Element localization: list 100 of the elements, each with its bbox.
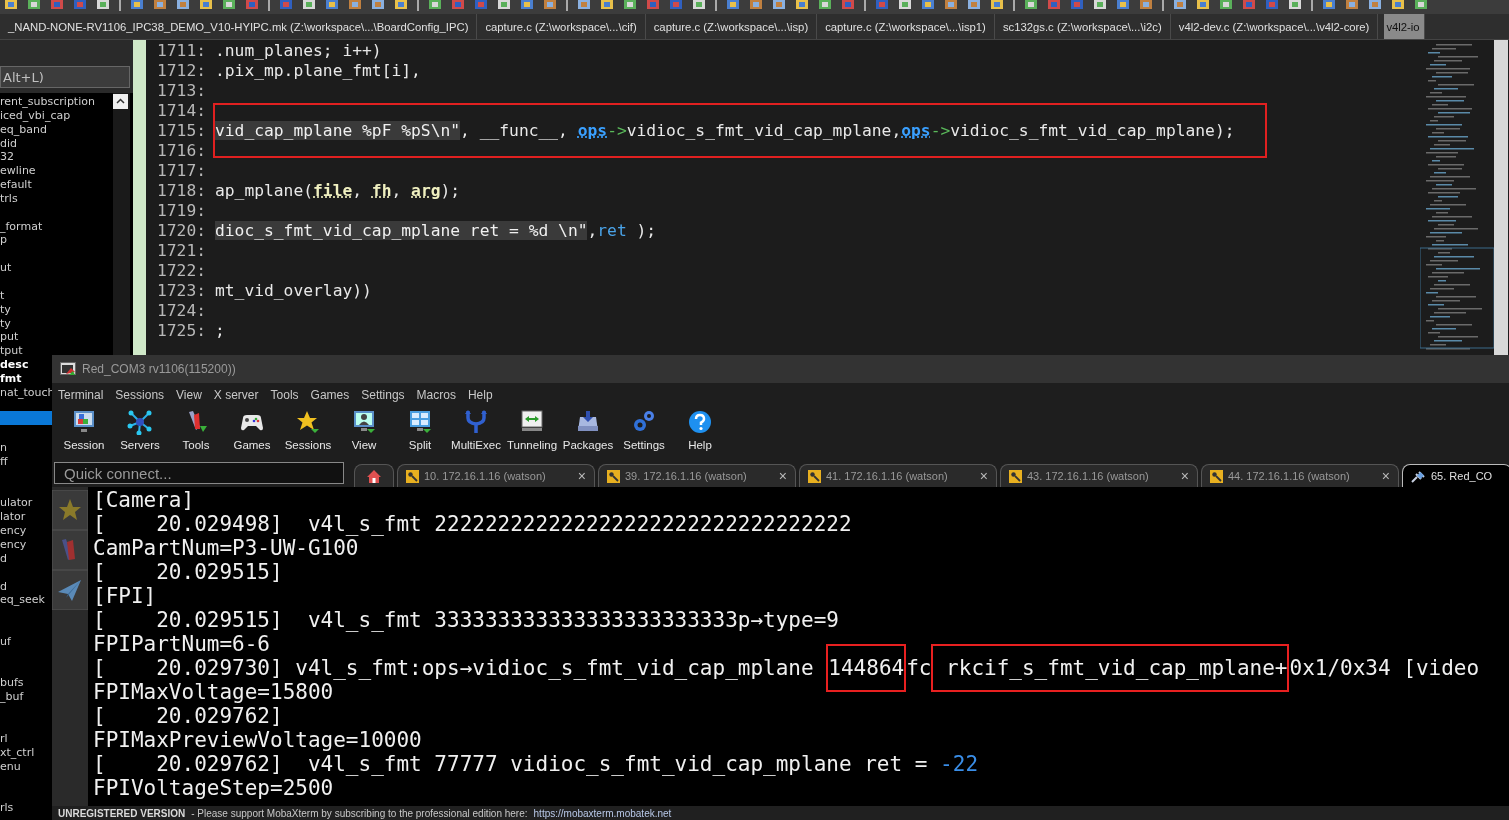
menu-item[interactable]: Settings	[361, 388, 412, 402]
toolbar-icon[interactable]	[199, 0, 213, 10]
outline-item[interactable]: ty	[0, 316, 11, 330]
toolbar-icon[interactable]	[351, 409, 377, 435]
plug-icon[interactable]	[1411, 469, 1426, 483]
outline-item[interactable]: eq_band	[0, 122, 47, 136]
outline-item[interactable]: ty	[0, 302, 11, 316]
search-field[interactable]: Alt+L)	[0, 66, 130, 88]
key-icon[interactable]	[607, 469, 620, 483]
toolbar-button[interactable]: Packages	[560, 407, 616, 455]
menu-item[interactable]: Help	[467, 388, 500, 402]
file-tab[interactable]: v4l2-dev.c (Z:\workspace\...\v4l2-core)	[1176, 14, 1379, 39]
toolbar-icon[interactable]	[795, 0, 809, 10]
outline-item[interactable]: n	[0, 441, 7, 455]
close-icon[interactable]: ×	[577, 468, 586, 484]
toolbar-icon[interactable]	[1288, 0, 1302, 10]
outline-item[interactable]: t	[0, 288, 5, 302]
toolbar-icon[interactable]	[726, 0, 740, 10]
session-tab[interactable]: 44. 172.16.1.16 (watson) ×	[1201, 464, 1399, 487]
toolbar-icon[interactable]	[623, 0, 637, 10]
toolbar-button[interactable]: Servers	[112, 407, 168, 455]
toolbar-icon[interactable]	[1414, 0, 1428, 10]
file-tab[interactable]: sc132gs.c (Z:\workspace\...\i2c)	[1000, 14, 1171, 39]
home-icon[interactable]	[366, 468, 382, 484]
outline-item[interactable]: ut	[0, 261, 12, 275]
toolbar-button[interactable]: Games	[224, 407, 280, 455]
outline-item[interactable]: iced_vbi_cap	[0, 108, 71, 122]
outline-item[interactable]: fmt	[0, 371, 22, 385]
toolbar-icon[interactable]	[407, 409, 433, 435]
outline-item[interactable]: eq_seek	[0, 593, 45, 607]
outline-item[interactable]: tput	[0, 344, 23, 358]
toolbar-button[interactable]: Help	[672, 407, 728, 455]
toolbar-button[interactable]: Session	[56, 407, 112, 455]
outline-item[interactable]: d	[0, 579, 7, 593]
star-icon[interactable]	[52, 490, 88, 530]
toolbar-icon[interactable]	[325, 0, 339, 10]
outline-item[interactable]: trls	[0, 191, 18, 205]
toolbar-icon[interactable]	[27, 0, 41, 10]
toolbar-icon[interactable]	[1219, 0, 1233, 10]
file-tab[interactable]: capture.c (Z:\workspace\...\isp)	[651, 14, 818, 39]
key-icon[interactable]	[1210, 469, 1223, 483]
key-icon[interactable]	[808, 469, 821, 483]
file-tab[interactable]: capture.c (Z:\workspace\...\isp1)	[823, 14, 995, 39]
scrollbar[interactable]	[1494, 40, 1508, 355]
outline-item[interactable]: put	[0, 330, 19, 344]
key-icon[interactable]	[1009, 469, 1022, 483]
toolbar-icon[interactable]	[428, 0, 442, 10]
outline-item[interactable]: xt_ctrl	[0, 745, 35, 759]
outline-item[interactable]: ency	[0, 524, 27, 538]
session-tab[interactable]: 65. Red_CO	[1402, 464, 1509, 487]
menu-item[interactable]: Sessions	[115, 388, 172, 402]
toolbar-icon[interactable]	[1391, 0, 1405, 10]
file-tab[interactable]: capture.c (Z:\workspace\...\cif)	[483, 14, 646, 39]
toolbar-icon[interactable]	[687, 409, 713, 435]
outline-item[interactable]: ff	[0, 454, 8, 468]
toolbar-icon[interactable]	[96, 0, 110, 10]
outline-item[interactable]: d	[0, 551, 7, 565]
session-tab[interactable]: 39. 172.16.1.16 (watson) ×	[598, 464, 796, 487]
session-tab[interactable]: 10. 172.16.1.16 (watson) ×	[397, 464, 595, 487]
toolbar-button[interactable]: Tunneling	[504, 407, 560, 455]
toolbar-icon[interactable]	[692, 0, 706, 10]
toolbar-icon[interactable]	[1116, 0, 1130, 10]
outline-item[interactable]: rls	[0, 801, 14, 815]
file-tab[interactable]: v4l2-io	[1384, 14, 1425, 39]
close-icon[interactable]: ×	[1381, 468, 1390, 484]
close-icon[interactable]: ×	[778, 468, 787, 484]
toolbar-icon[interactable]	[222, 0, 236, 10]
terminal-icon[interactable]	[60, 362, 76, 376]
status-link[interactable]: https://mobaxterm.mobatek.net	[533, 807, 672, 819]
menu-item[interactable]: X server	[213, 388, 266, 402]
menu-item[interactable]: View	[176, 388, 209, 402]
paper-plane-icon[interactable]	[52, 570, 88, 610]
outline-item[interactable]: desc	[0, 358, 29, 372]
scroll-up-button[interactable]	[113, 94, 128, 109]
selected-row[interactable]	[0, 411, 52, 426]
toolbar-icon[interactable]	[295, 409, 321, 435]
menu-item[interactable]: Macros	[416, 388, 463, 402]
toolbar-button[interactable]: Settings	[616, 407, 672, 455]
toolbar-icon[interactable]	[818, 0, 832, 10]
toolbar-icon[interactable]	[130, 0, 144, 10]
toolbar-button[interactable]: View	[336, 407, 392, 455]
toolbar-icon[interactable]	[898, 0, 912, 10]
toolbar-button[interactable]: Sessions	[280, 407, 336, 455]
toolbar-icon[interactable]	[990, 0, 1004, 10]
toolbar-icon[interactable]	[71, 409, 97, 435]
outline-item[interactable]: enu	[0, 759, 21, 773]
outline-item[interactable]: ewline	[0, 164, 36, 178]
toolbar-icon[interactable]	[1024, 0, 1038, 10]
outline-item[interactable]: did	[0, 136, 18, 150]
session-tab[interactable]	[354, 464, 394, 487]
toolbar-icon[interactable]	[1322, 0, 1336, 10]
outline-item[interactable]: ulator	[0, 496, 33, 510]
menu-item[interactable]: Terminal	[58, 388, 111, 402]
outline-item[interactable]: rl	[0, 731, 8, 745]
toolbar-button[interactable]: MultiExec	[448, 407, 504, 455]
toolbar-icon[interactable]	[302, 0, 316, 10]
outline-item[interactable]: rent_subscription	[0, 95, 95, 108]
toolbar-icon[interactable]	[394, 0, 408, 10]
toolbar-icon[interactable]	[127, 409, 153, 435]
close-icon[interactable]: ×	[979, 468, 988, 484]
